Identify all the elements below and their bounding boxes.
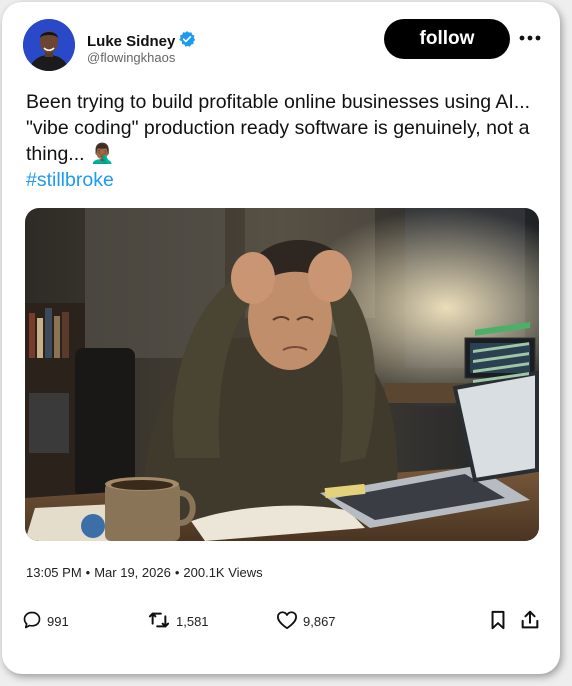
like-button[interactable]: 9,867 — [276, 606, 336, 636]
repost-count: 1,581 — [176, 613, 209, 629]
action-bar: 991 1,581 9,867 — [2, 606, 560, 636]
post-time[interactable]: 13:05 PM — [26, 565, 82, 580]
author-handle[interactable]: @flowingkhaos — [87, 50, 175, 65]
meta-separator: • — [85, 565, 91, 580]
share-button[interactable] — [519, 606, 541, 636]
reply-button[interactable]: 991 — [22, 606, 69, 636]
more-dots-icon[interactable] — [517, 28, 543, 48]
reply-bubble-icon — [22, 610, 42, 633]
repost-button[interactable]: 1,581 — [147, 606, 209, 636]
bookmark-icon — [489, 610, 507, 633]
author-display-name[interactable]: Luke Sidney — [87, 33, 175, 50]
post-text: Been trying to build profitable online b… — [26, 89, 536, 193]
verified-badge-icon — [178, 30, 196, 53]
follow-button[interactable]: follow — [384, 19, 510, 59]
tweet-card: Luke Sidney @flowingkhaos follow Been tr… — [2, 2, 560, 674]
repost-icon — [147, 610, 171, 633]
post-views: 200.1K Views — [183, 565, 263, 580]
like-count: 9,867 — [303, 613, 336, 629]
post-date[interactable]: Mar 19, 2026 — [94, 565, 171, 580]
heart-icon — [276, 610, 298, 633]
meta-separator: • — [174, 565, 180, 580]
post-image[interactable] — [25, 208, 539, 541]
post-meta: 13:05 PM • Mar 19, 2026 • 200.1K Views — [26, 565, 263, 580]
share-upload-icon — [519, 609, 541, 634]
bookmark-button[interactable] — [489, 606, 507, 636]
hashtag-link[interactable]: #stillbroke — [26, 169, 114, 191]
reply-count: 991 — [47, 613, 69, 629]
avatar[interactable] — [23, 19, 75, 71]
post-body: Been trying to build profitable online b… — [26, 91, 531, 165]
